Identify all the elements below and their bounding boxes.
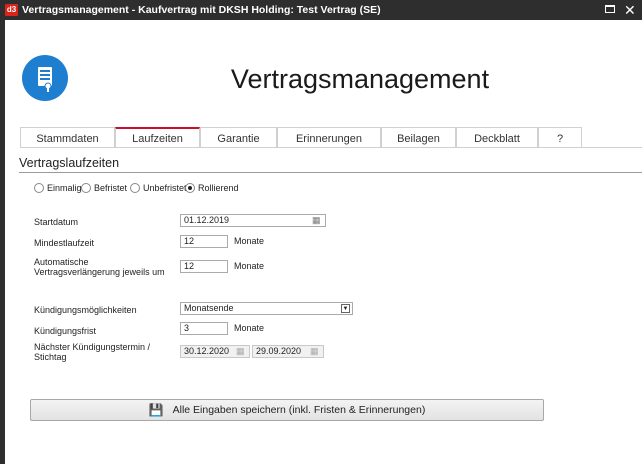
chevron-down-icon[interactable]: ▼ bbox=[341, 304, 350, 313]
radio-label: Rollierend bbox=[198, 183, 239, 193]
startdatum-label: Startdatum bbox=[34, 217, 79, 227]
kuendigungsfrist-label: Kündigungsfrist bbox=[34, 326, 97, 336]
kuendigungsmoeglichkeiten-select[interactable]: Monatsende ▼ bbox=[180, 302, 353, 315]
save-all-button[interactable]: 💾 Alle Eingaben speichern (inkl. Fristen… bbox=[30, 399, 544, 421]
section-divider bbox=[19, 172, 642, 173]
maximize-icon[interactable] bbox=[605, 5, 615, 13]
radio-button-icon[interactable] bbox=[34, 183, 44, 193]
radio-button-icon[interactable] bbox=[130, 183, 140, 193]
save-all-button-label: Alle Eingaben speichern (inkl. Fristen &… bbox=[172, 404, 426, 416]
verlaengerung-label: Automatische Vertragsverlängerung jeweil… bbox=[34, 257, 165, 277]
radio-button-selected-icon[interactable] bbox=[185, 183, 195, 193]
naechster-termin-label: Nächster Kündigungstermin / Stichtag bbox=[34, 342, 151, 362]
mindestlaufzeit-input[interactable]: 12 bbox=[180, 235, 228, 248]
tab-stammdaten[interactable]: Stammdaten bbox=[20, 127, 115, 148]
mindestlaufzeit-label: Mindestlaufzeit bbox=[34, 238, 95, 248]
section-title: Vertragslaufzeiten bbox=[19, 156, 120, 170]
tab-erinnerungen[interactable]: Erinnerungen bbox=[277, 127, 381, 148]
calendar-icon[interactable]: ▦ bbox=[312, 214, 321, 226]
tab-deckblatt[interactable]: Deckblatt bbox=[456, 127, 538, 148]
kuendigungsfrist-input[interactable]: 3 bbox=[180, 322, 228, 335]
tab-beilagen[interactable]: Beilagen bbox=[381, 127, 456, 148]
kuendigungsmoeglichkeiten-label: Kündigungsmöglichkeiten bbox=[34, 305, 137, 315]
verlaengerung-unit: Monate bbox=[234, 261, 265, 271]
startdatum-input[interactable]: 01.12.2019 bbox=[180, 214, 326, 227]
radio-rollierend[interactable]: Rollierend bbox=[185, 182, 239, 194]
app-title: Vertragsmanagement bbox=[230, 64, 490, 94]
tab-help[interactable]: ? bbox=[538, 127, 582, 148]
floppy-disk-icon: 💾 bbox=[148, 403, 164, 417]
select-value: Monatsende bbox=[184, 303, 234, 313]
radio-button-icon[interactable] bbox=[81, 183, 91, 193]
mindestlaufzeit-unit: Monate bbox=[234, 236, 265, 246]
window-left-border bbox=[0, 20, 5, 464]
radio-einmalig[interactable]: Einmalig bbox=[34, 182, 82, 194]
radio-label: Befristet bbox=[94, 183, 128, 193]
radio-label: Unbefristet bbox=[143, 183, 187, 193]
verlaengerung-input[interactable]: 12 bbox=[180, 260, 228, 273]
d3-logo-icon: d3 bbox=[5, 4, 18, 16]
window-titlebar: d3 Vertragsmanagement - Kaufvertrag mit … bbox=[0, 0, 642, 20]
window-title: Vertragsmanagement - Kaufvertrag mit DKS… bbox=[22, 4, 381, 16]
radio-unbefristet[interactable]: Unbefristet bbox=[130, 182, 187, 194]
tab-garantie[interactable]: Garantie bbox=[200, 127, 277, 148]
radio-label: Einmalig bbox=[47, 183, 82, 193]
close-icon[interactable]: ✕ bbox=[624, 0, 636, 20]
tab-laufzeiten[interactable]: Laufzeiten bbox=[115, 127, 200, 148]
calendar-icon[interactable]: ▦ bbox=[310, 345, 319, 357]
kuendigungsfrist-unit: Monate bbox=[234, 323, 265, 333]
tab-divider bbox=[20, 147, 642, 148]
radio-befristet[interactable]: Befristet bbox=[81, 182, 127, 194]
calendar-icon[interactable]: ▦ bbox=[236, 345, 245, 357]
document-icon bbox=[22, 55, 68, 101]
